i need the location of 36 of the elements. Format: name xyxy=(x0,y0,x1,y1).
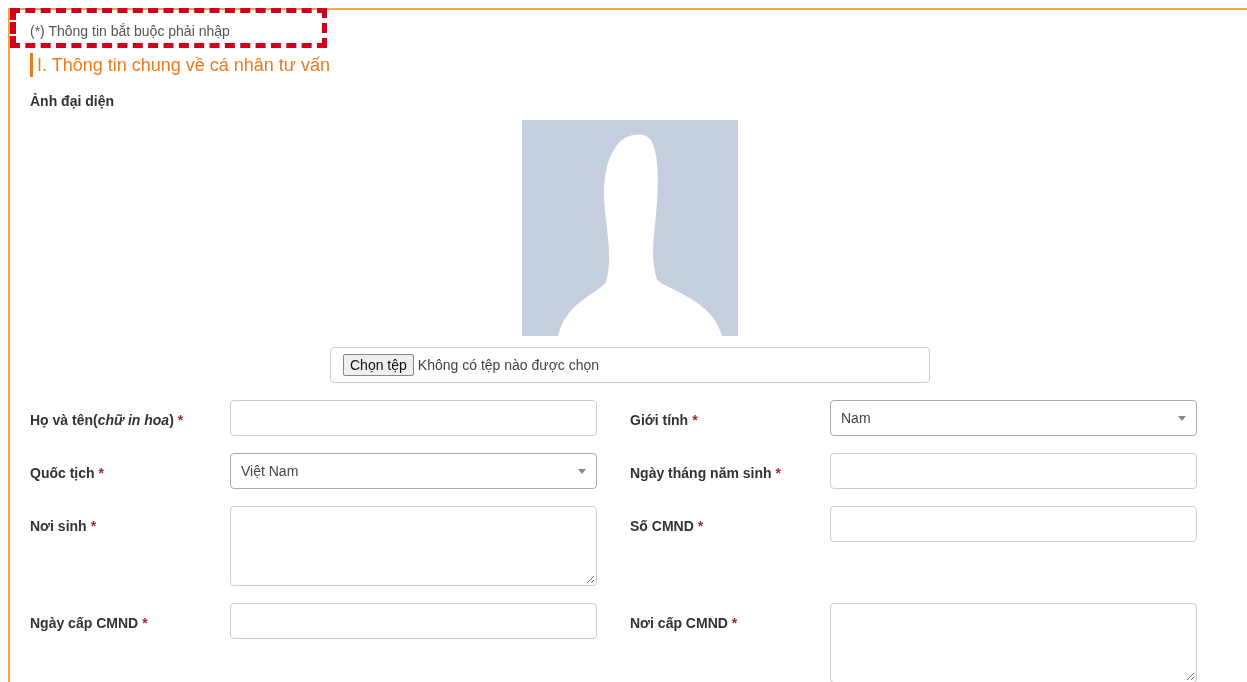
input-field[interactable] xyxy=(830,506,1197,542)
field-label: Ngày tháng năm sinh xyxy=(630,465,772,481)
textarea-field[interactable] xyxy=(830,603,1197,682)
field-label: Quốc tịch xyxy=(30,465,95,481)
required-mark: * xyxy=(697,518,704,534)
field-label: Số CMND xyxy=(630,518,694,534)
required-mark: * xyxy=(177,412,184,428)
field-label: Nơi cấp CMND xyxy=(630,615,728,631)
select-value: Nam xyxy=(841,410,871,426)
resize-grip-icon xyxy=(586,575,594,583)
required-mark: * xyxy=(775,465,782,481)
input-field[interactable] xyxy=(830,453,1197,489)
field-label: Nơi sinh xyxy=(30,518,87,534)
field-label: Ảnh đại diện xyxy=(30,93,115,109)
select-value: Việt Nam xyxy=(241,463,299,479)
required-mark: * xyxy=(98,465,104,481)
file-input[interactable]: Chọn tệp Không có tệp nào được chọn xyxy=(330,347,930,383)
select-field[interactable]: Nam xyxy=(830,400,1197,436)
caret-icon xyxy=(1178,415,1186,421)
select-field[interactable]: Việt Nam xyxy=(230,453,597,489)
textarea-field[interactable] xyxy=(230,506,597,586)
field-label: Giới tính xyxy=(630,412,689,428)
field-label: Họ và tên(chữ in hoa) xyxy=(30,412,174,428)
field-label: Ngày cấp CMND xyxy=(30,615,139,631)
caret-icon xyxy=(578,468,586,474)
required-mark: * xyxy=(90,518,97,534)
input-field[interactable] xyxy=(230,603,597,639)
required-mark: * xyxy=(692,412,698,428)
required-mark: * xyxy=(731,615,738,631)
file-status: Không có tệp nào được chọn xyxy=(417,357,600,373)
section-title: I. Thông tin chung về cá nhân tư vấn xyxy=(30,53,1247,77)
input-field[interactable] xyxy=(230,400,597,436)
required-note: (*) Thông tin bắt buộc phải nhập xyxy=(30,22,231,40)
choose-file-button[interactable]: Chọn tệp xyxy=(343,354,414,376)
required-mark: * xyxy=(142,615,148,631)
resize-grip-icon xyxy=(1186,672,1194,680)
